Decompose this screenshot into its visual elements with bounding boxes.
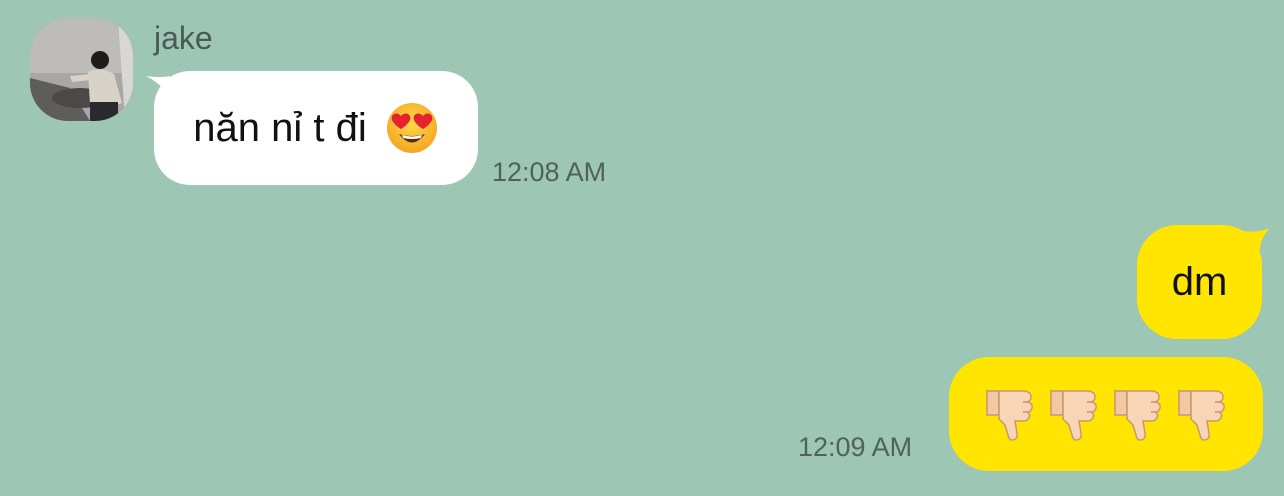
message-timestamp: 12:08 AM <box>492 157 607 187</box>
thumbs-down-emoji-icon <box>1111 385 1165 443</box>
incoming-message-bubble[interactable]: năn nỉ t đi <box>154 71 478 185</box>
message-timestamp: 12:09 AM <box>798 432 913 462</box>
thumbs-down-emoji-icon <box>1047 385 1101 443</box>
thumbs-down-emoji-icon <box>983 385 1037 443</box>
sender-avatar[interactable] <box>30 18 133 121</box>
outgoing-message-bubble[interactable]: dm <box>1137 225 1262 339</box>
incoming-message-text: năn nỉ t đi <box>193 105 367 150</box>
outgoing-message-text: dm <box>1171 259 1228 304</box>
sender-name: jake <box>154 20 213 56</box>
user-photo-avatar-icon <box>30 18 133 121</box>
heart-eyes-emoji-icon <box>385 101 439 155</box>
outgoing-emoji-message-bubble[interactable] <box>949 357 1263 471</box>
thumbs-down-emoji-icon <box>1175 385 1229 443</box>
